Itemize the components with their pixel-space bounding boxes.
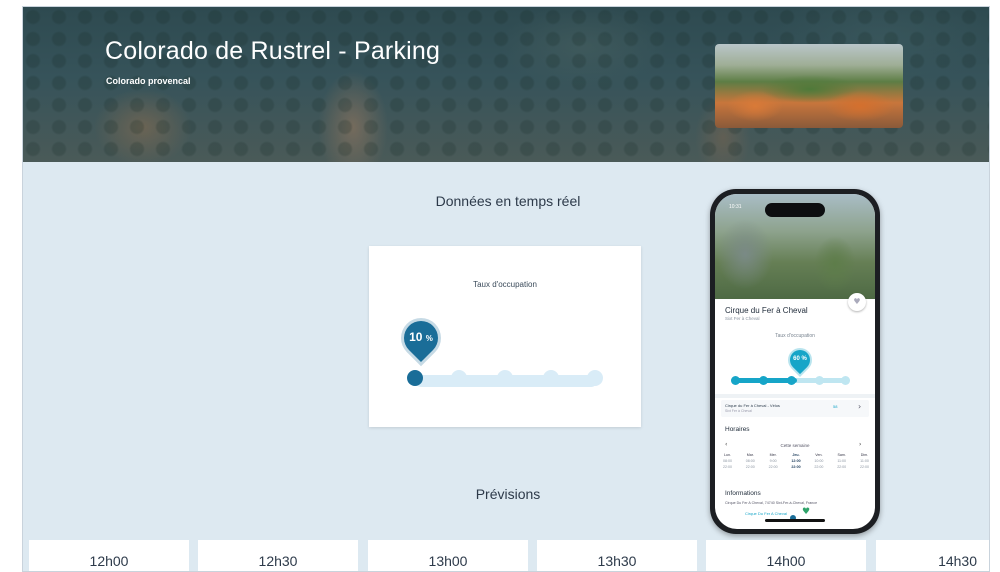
hours-day: Lun. xyxy=(724,453,731,457)
heart-icon: ♥ xyxy=(802,507,811,517)
occupancy-dot xyxy=(497,370,513,386)
hero-banner: Colorado de Rustrel - Parking Colorado p… xyxy=(23,7,989,162)
hours-close: 22:00 xyxy=(791,465,801,469)
hours-day: Mer. xyxy=(769,453,777,457)
phone-week-label: Cette semaine xyxy=(780,443,810,448)
hours-close: 22:00 xyxy=(837,465,847,469)
phone-address: Cirque Du Fer A Cheval, 74740 Sixt-Fer-à… xyxy=(725,501,818,505)
hours-day-column: Sam. 11:00 22:00 xyxy=(837,453,846,469)
hours-close: 22:00 xyxy=(723,465,732,469)
phone-link-value: 58 xyxy=(833,404,838,409)
chevron-right-icon[interactable]: › xyxy=(859,441,861,448)
occupancy-label: Taux d'occupation xyxy=(473,280,537,289)
phone-screen: 10:31 ♥ Cirque du Fer à Cheval Sixt Fer … xyxy=(715,194,875,529)
realtime-heading: Données en temps réel xyxy=(435,193,581,209)
phone-info-title: Informations xyxy=(725,490,761,497)
forecast-slot[interactable]: 12h00 xyxy=(29,540,189,571)
phone-track-dot xyxy=(787,376,796,385)
hours-day-column: Mer. 9:00 22:00 xyxy=(769,453,778,469)
forecast-slot[interactable]: 12h30 xyxy=(198,540,358,571)
hours-day: Ven. xyxy=(815,453,823,457)
hours-open: 11:00 xyxy=(837,459,847,463)
phone-dynamic-island xyxy=(765,203,825,217)
hours-day: Jeu. xyxy=(792,453,800,457)
hours-day-column: Jeu. 12:00 22:00 xyxy=(791,453,800,469)
favorite-heart-icon[interactable]: ♥ xyxy=(848,293,866,311)
occupancy-dot xyxy=(451,370,467,386)
location-thumbnail-image[interactable] xyxy=(715,44,903,128)
phone-link-subtitle: Sixt Fer à Cheval xyxy=(725,409,752,413)
forecast-slot[interactable]: 14h00 xyxy=(706,540,866,571)
occupancy-value: 10 % xyxy=(409,330,433,344)
hours-close: 22:00 xyxy=(768,465,778,469)
page-subtitle: Colorado provencal xyxy=(106,76,191,86)
phone-hours-title: Horaires xyxy=(725,426,750,433)
hours-day-column: Lun. 08:00 22:00 xyxy=(723,453,732,469)
phone-place-subtitle: Sixt Fer à Cheval xyxy=(725,316,760,321)
hours-open: 11:00 xyxy=(860,459,869,463)
phone-place-tag: Cirque Du Fer A Cheval xyxy=(745,511,788,516)
forecast-slot[interactable]: 13h30 xyxy=(537,540,697,571)
hours-open: 10:00 xyxy=(814,459,824,463)
hours-close: 22:00 xyxy=(859,465,869,469)
phone-clock: 10:31 xyxy=(729,204,742,210)
occupancy-dot-active xyxy=(407,370,423,386)
hours-day: Dim. xyxy=(860,453,869,457)
occupancy-dot xyxy=(587,370,603,386)
phone-divider xyxy=(715,394,875,398)
phone-occupancy-label: Taux d'occupation xyxy=(775,333,815,339)
hours-open: 08:00 xyxy=(723,459,732,463)
page-frame: Colorado de Rustrel - Parking Colorado p… xyxy=(22,6,990,572)
hours-open: 12:00 xyxy=(791,459,801,463)
phone-occupancy-value: 60 % xyxy=(793,356,807,362)
hours-open: 08:00 xyxy=(745,459,755,463)
hours-close: 22:00 xyxy=(745,465,755,469)
phone-track-dot xyxy=(759,376,768,385)
phone-track-dot xyxy=(815,376,824,385)
phone-link-title: Cirque du Fer à Cheval - Vélos xyxy=(725,403,780,408)
forecast-heading: Prévisions xyxy=(475,486,541,502)
phone-mockup: 10:31 ♥ Cirque du Fer à Cheval Sixt Fer … xyxy=(710,189,880,534)
phone-home-indicator xyxy=(765,519,825,522)
forecast-slot[interactable]: 14h30 xyxy=(876,540,989,571)
forecast-slot[interactable]: 13h00 xyxy=(368,540,528,571)
hours-open: 9:00 xyxy=(769,459,777,463)
hours-close: 22:00 xyxy=(814,465,824,469)
hours-day: Mar. xyxy=(746,453,754,457)
phone-hours-grid: Lun. 08:00 22:00 Mar. 08:00 22:00 Mer. 9:00 22:0… xyxy=(723,453,869,469)
phone-track-dot xyxy=(841,376,850,385)
hours-day-column: Dim. 11:00 22:00 xyxy=(860,453,869,469)
chevron-right-icon[interactable]: › xyxy=(858,402,861,411)
phone-track-dot xyxy=(731,376,740,385)
phone-place-name: Cirque du Fer à Cheval xyxy=(725,306,808,315)
hours-day: Sam. xyxy=(837,453,846,457)
occupancy-card: Taux d'occupation 10 % xyxy=(369,246,641,427)
occupancy-dot xyxy=(543,370,559,386)
hours-day-column: Ven. 10:00 22:00 xyxy=(814,453,823,469)
hours-day-column: Mar. 08:00 22:00 xyxy=(746,453,755,469)
page-title: Colorado de Rustrel - Parking xyxy=(105,37,441,65)
